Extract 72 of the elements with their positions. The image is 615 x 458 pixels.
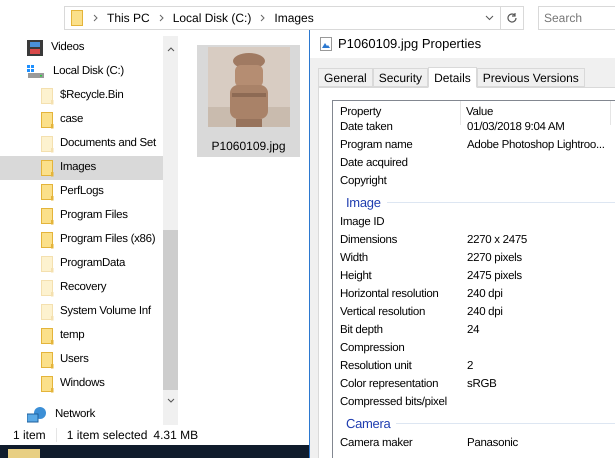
image-file-icon [320, 37, 332, 51]
film-icon [27, 40, 43, 56]
property-name: Image ID [339, 215, 386, 230]
chevron-right-icon [158, 14, 164, 22]
chevron-right-icon [93, 14, 98, 22]
tab[interactable]: Security [372, 68, 428, 87]
property-name: Resolution unit [339, 359, 413, 374]
chevron-right-icon [260, 14, 266, 22]
property-name: Horizontal resolution [339, 287, 440, 302]
property-name: Compression [339, 341, 406, 356]
property-value: 240 dpi [466, 305, 503, 320]
navigation-item[interactable]: $Recycle.Bin [0, 84, 163, 108]
chevron-down-icon[interactable] [166, 398, 174, 404]
property-name: Dimensions [339, 233, 398, 248]
property-value: 24 [466, 323, 480, 338]
navigation-item[interactable]: PerfLogs [0, 180, 163, 204]
navigation-item[interactable]: temp [0, 324, 163, 348]
file-size: 4.31 MB [153, 427, 198, 444]
scrollbar-thumb[interactable] [163, 230, 178, 390]
navigation-item[interactable]: Program Files [0, 204, 163, 228]
network-icon [27, 407, 47, 423]
refresh-icon[interactable] [506, 12, 518, 24]
property-name: Width [339, 251, 369, 266]
section-heading: Image [346, 194, 381, 212]
section-heading: Camera [346, 414, 390, 433]
property-name: Color representation [339, 377, 440, 392]
search-field[interactable]: Search [538, 6, 615, 30]
property-value: Adobe Photoshop Lightroo... [466, 138, 605, 154]
navigation-item[interactable]: Local Disk (C:) [0, 60, 163, 84]
property-value: 2270 pixels [466, 251, 522, 266]
property-value: sRGB [466, 377, 496, 392]
scrollbar[interactable] [163, 36, 178, 425]
property-name: Compressed bits/pixel [339, 395, 448, 410]
navigation-item[interactable]: Windows [0, 372, 163, 396]
folder-icon [71, 10, 84, 26]
item-count: 1 item [13, 427, 46, 444]
navigation-item[interactable]: Videos [0, 36, 163, 60]
selection-status: 1 item selected [66, 427, 148, 444]
drive-icon [27, 65, 45, 79]
navigation-item[interactable]: ProgramData [0, 252, 163, 276]
navigation-item[interactable]: Recovery [0, 276, 163, 300]
chevron-down-icon[interactable] [485, 15, 494, 21]
property-value: 2 [466, 359, 474, 374]
property-name: Program name [339, 138, 414, 154]
file-name: P1060109.jpg [211, 138, 286, 155]
breadcrumb[interactable]: Images [274, 9, 314, 27]
navigation-item[interactable]: System Volume Inf [0, 300, 163, 324]
navigation-item[interactable]: case [0, 108, 163, 132]
property-value: 2475 pixels [466, 269, 522, 284]
property-name: Camera maker [339, 436, 414, 452]
tab[interactable]: General [318, 68, 373, 87]
tab[interactable]: Details [428, 67, 477, 88]
breadcrumb[interactable]: This PC [107, 9, 150, 27]
file-tile[interactable]: P1060109.jpg [197, 45, 300, 157]
navigation-item[interactable]: Program Files (x86) [0, 228, 163, 252]
chevron-up-icon[interactable] [166, 46, 174, 52]
navigation-item[interactable]: Users [0, 348, 163, 372]
property-name: Date acquired [339, 156, 409, 172]
navigation-item[interactable]: Documents and Set [0, 132, 163, 156]
address-bar[interactable]: This PC Local Disk (C:) Images [64, 6, 524, 30]
property-name: Copyright [339, 174, 388, 190]
property-name: Height [339, 269, 373, 284]
navigation-item[interactable]: Network [0, 403, 163, 425]
property-value: 2270 x 2475 [466, 233, 528, 248]
navigation-item[interactable]: Images [0, 156, 163, 180]
breadcrumb[interactable]: Local Disk (C:) [172, 9, 252, 27]
property-value: Panasonic [466, 436, 518, 452]
property-name: Bit depth [339, 323, 384, 338]
window-title: P1060109.jpg Properties [338, 35, 482, 54]
property-name: Vertical resolution [339, 305, 426, 320]
tab[interactable]: Previous Versions [476, 68, 585, 87]
property-value: 240 dpi [466, 287, 503, 302]
